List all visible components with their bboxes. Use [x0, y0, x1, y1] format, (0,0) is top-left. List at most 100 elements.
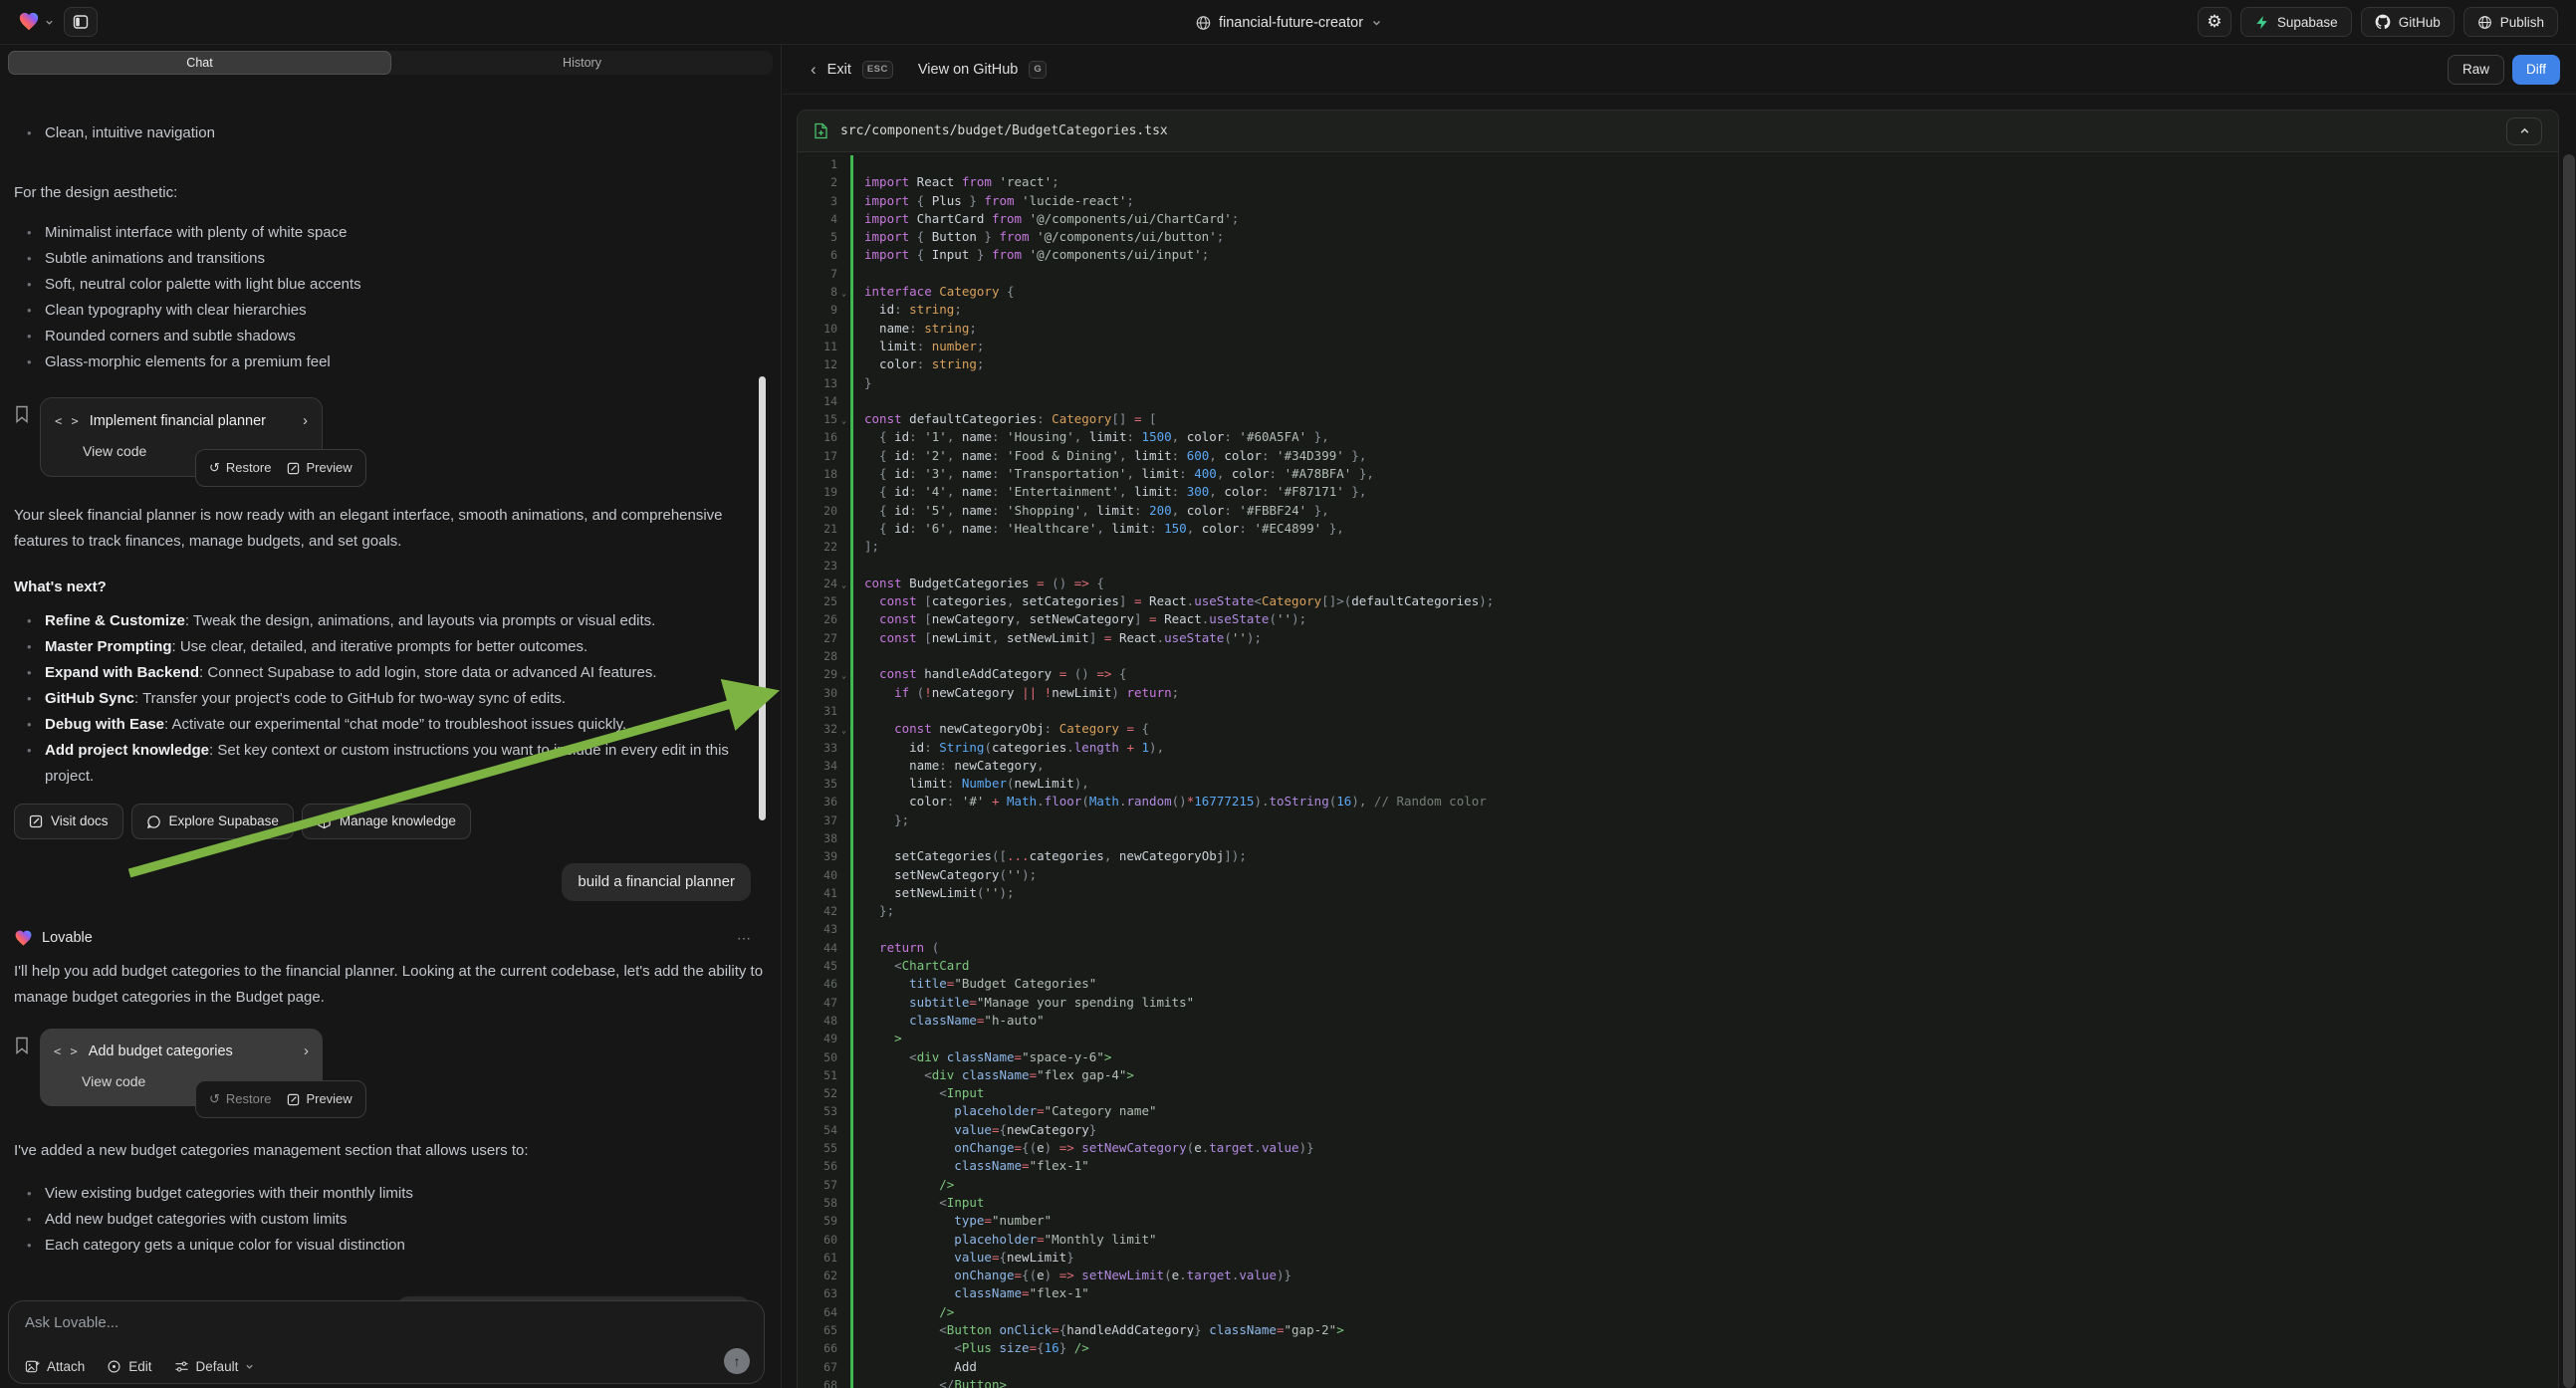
- sidebar-toggle-button[interactable]: [64, 7, 98, 37]
- edit-button[interactable]: Edit: [107, 1359, 151, 1374]
- code-line: 61 value={newLimit}: [798, 1249, 2558, 1267]
- chevron-right-icon[interactable]: ›: [304, 1039, 309, 1064]
- restore-preview-pill: ↺Restore Preview: [195, 449, 366, 487]
- mode-selector[interactable]: Default: [174, 1359, 255, 1374]
- bullet-item: View existing budget categories with the…: [14, 1181, 767, 1207]
- chevron-down-icon: [245, 1362, 254, 1371]
- tab-chat[interactable]: Chat: [8, 51, 391, 75]
- code-line: 57 />: [798, 1176, 2558, 1194]
- code-line: 31: [798, 702, 2558, 720]
- fold-chevron-icon: ⌄: [841, 577, 846, 594]
- preview-button[interactable]: Preview: [287, 455, 351, 481]
- code-icon: < >: [55, 408, 80, 434]
- code-line: 11 limit: number;: [798, 338, 2558, 355]
- panel-left-icon: [73, 14, 89, 30]
- collapse-button[interactable]: [2506, 117, 2542, 145]
- fold-chevron-icon: ⌄: [841, 667, 846, 685]
- diff-button[interactable]: Diff: [2512, 55, 2560, 85]
- code-line: 46 title="Budget Categories": [798, 975, 2558, 993]
- code-line: 15⌄const defaultCategories: Category[] =…: [798, 410, 2558, 428]
- chat-composer[interactable]: Ask Lovable... Attach Edit Default ↑: [8, 1300, 765, 1384]
- attach-button[interactable]: Attach: [25, 1359, 85, 1374]
- lovable-logo-menu[interactable]: [18, 11, 54, 33]
- file-card: src/components/budget/BudgetCategories.t…: [797, 110, 2559, 1388]
- restore-icon: ↺: [209, 1086, 220, 1112]
- project-switcher[interactable]: financial-future-creator: [1195, 0, 1381, 45]
- whats-next-heading: What's next?: [14, 575, 767, 600]
- chevron-up-icon: [2519, 125, 2530, 136]
- assistant-paragraph: Your sleek financial planner is now read…: [14, 503, 767, 555]
- chat-messages[interactable]: Clean, intuitive navigation For the desi…: [0, 118, 781, 1388]
- code-line: 7: [798, 265, 2558, 283]
- code-line: 41 setNewLimit('');: [798, 884, 2558, 902]
- code-line: 59 type="number": [798, 1212, 2558, 1230]
- code-line: 52 <Input: [798, 1084, 2558, 1102]
- exit-button[interactable]: Exit: [827, 62, 851, 78]
- code-line: 25 const [categories, setCategories] = R…: [798, 592, 2558, 610]
- code-line: 6import { Input } from '@/components/ui/…: [798, 246, 2558, 264]
- chevron-right-icon[interactable]: ›: [303, 408, 308, 434]
- code-line: 42 };: [798, 902, 2558, 920]
- next-step-item: Expand with Backend: Connect Supabase to…: [14, 660, 767, 686]
- code-line: 32⌄ const newCategoryObj: Category = {: [798, 720, 2558, 738]
- chat-scrollbar[interactable]: [759, 376, 766, 820]
- chat-panel: Chat History Clean, intuitive navigation…: [0, 45, 782, 1388]
- raw-button[interactable]: Raw: [2448, 55, 2504, 85]
- code-line: 40 setNewCategory('');: [798, 866, 2558, 884]
- code-editor[interactable]: 12import React from 'react';3import { Pl…: [798, 152, 2558, 1388]
- message-menu-icon[interactable]: ⋯: [737, 925, 767, 951]
- preview-icon: [287, 1093, 300, 1106]
- globe-icon: [2477, 15, 2492, 30]
- code-line: 68 </Button>: [798, 1376, 2558, 1388]
- file-header[interactable]: src/components/budget/BudgetCategories.t…: [798, 111, 2558, 152]
- code-line: 33 id: String(categories.length + 1),: [798, 739, 2558, 757]
- bullet-item: Glass-morphic elements for a premium fee…: [14, 349, 767, 375]
- code-line: 39 setCategories([...categories, newCate…: [798, 847, 2558, 865]
- next-step-item: Debug with Ease: Activate our experiment…: [14, 712, 767, 738]
- target-icon: [107, 1359, 121, 1374]
- next-step-item: Master Prompting: Use clear, detailed, a…: [14, 634, 767, 660]
- fold-chevron-icon: ⌄: [841, 722, 846, 740]
- github-button[interactable]: GitHub: [2361, 7, 2455, 37]
- version-card-title: Add budget categories: [89, 1039, 233, 1064]
- code-line: 23: [798, 557, 2558, 575]
- composer-input[interactable]: Ask Lovable...: [25, 1314, 748, 1331]
- bookmark-icon[interactable]: [14, 405, 30, 423]
- version-card-row: < > Add budget categories › View code ↺R…: [14, 1029, 767, 1110]
- preview-button[interactable]: Preview: [287, 1086, 351, 1112]
- code-line: 50 <div className="space-y-6">: [798, 1048, 2558, 1066]
- tab-history[interactable]: History: [391, 51, 773, 75]
- explore-supabase-button[interactable]: Explore Supabase: [131, 804, 294, 839]
- code-line: 51 <div className="flex gap-4">: [798, 1066, 2558, 1084]
- chevron-left-icon[interactable]: ‹: [811, 60, 817, 80]
- fold-chevron-icon: ⌄: [841, 412, 846, 430]
- supabase-button[interactable]: Supabase: [2240, 7, 2352, 37]
- supabase-icon: [2254, 15, 2269, 30]
- globe-icon: [1195, 15, 1211, 31]
- version-card-title: Implement financial planner: [90, 408, 266, 434]
- code-scrollbar[interactable]: [2563, 154, 2575, 1388]
- settings-button[interactable]: ⚙: [2198, 7, 2231, 37]
- chevron-down-icon: [1371, 18, 1381, 28]
- code-line: 18 { id: '3', name: 'Transportation', li…: [798, 465, 2558, 483]
- code-line: 53 placeholder="Category name": [798, 1102, 2558, 1120]
- bookmark-icon[interactable]: [14, 1037, 30, 1054]
- gear-icon: ⚙: [2207, 12, 2222, 32]
- bullet-item: Each category gets a unique color for vi…: [14, 1233, 767, 1259]
- restore-button[interactable]: ↺Restore: [209, 1086, 271, 1112]
- restore-button[interactable]: ↺Restore: [209, 455, 271, 481]
- package-icon: [317, 814, 332, 829]
- publish-label: Publish: [2500, 15, 2544, 30]
- code-line: 35 limit: Number(newLimit),: [798, 775, 2558, 793]
- publish-button[interactable]: Publish: [2463, 7, 2558, 37]
- code-line: 5import { Button } from '@/components/ui…: [798, 228, 2558, 246]
- code-line: 63 className="flex-1": [798, 1284, 2558, 1302]
- manage-knowledge-button[interactable]: Manage knowledge: [302, 804, 471, 839]
- code-line: 64 />: [798, 1303, 2558, 1321]
- code-line: 67 Add: [798, 1358, 2558, 1376]
- send-button[interactable]: ↑: [724, 1348, 750, 1374]
- code-line: 37 };: [798, 811, 2558, 829]
- view-on-github-link[interactable]: View on GitHub: [918, 62, 1018, 78]
- code-line: 24⌄const BudgetCategories = () => {: [798, 575, 2558, 592]
- visit-docs-button[interactable]: Visit docs: [14, 804, 123, 839]
